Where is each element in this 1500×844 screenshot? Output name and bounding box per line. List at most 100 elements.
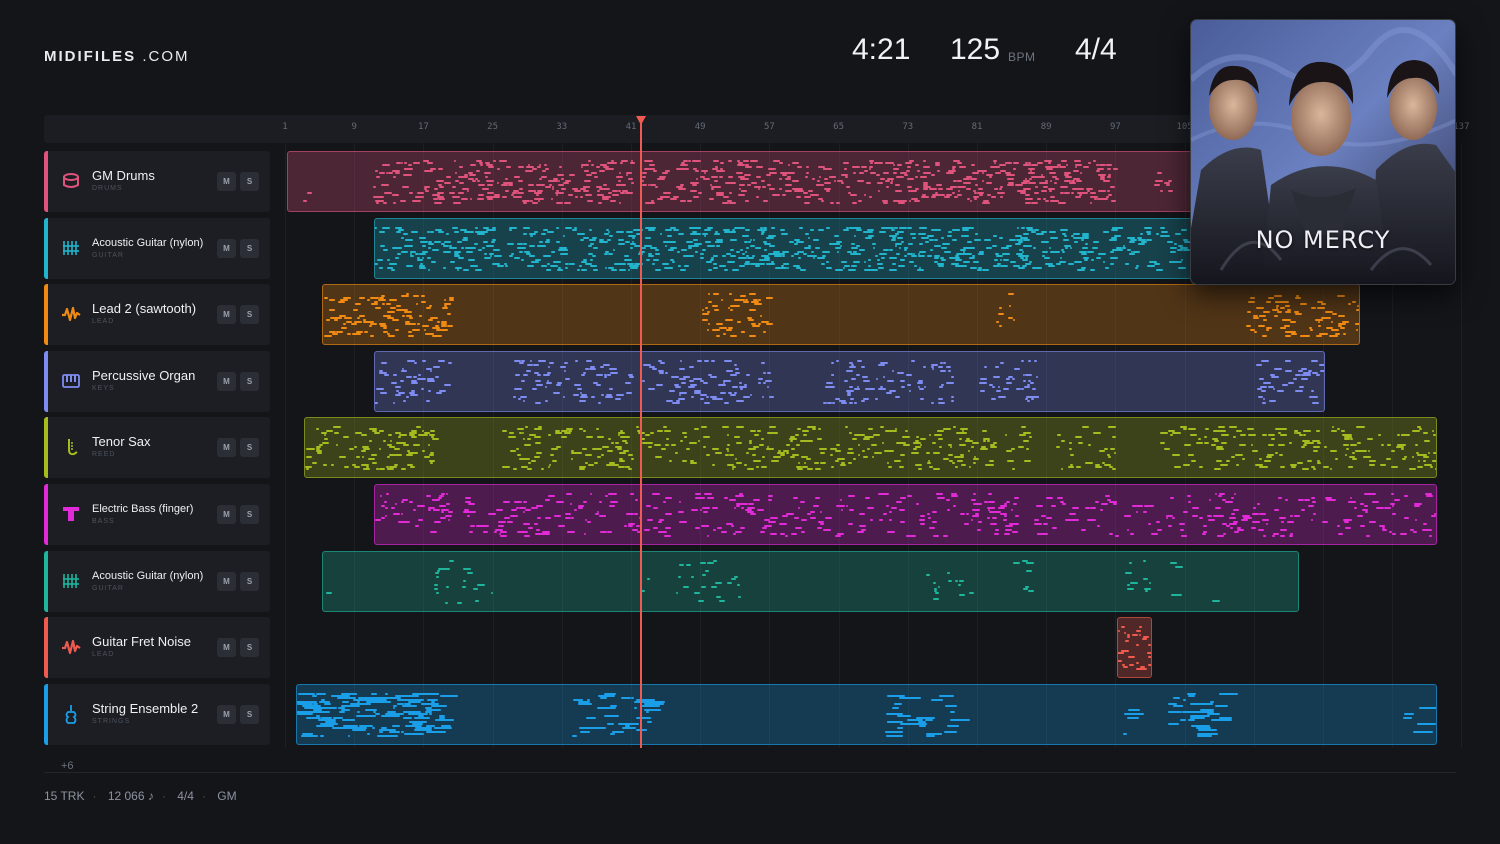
midi-note [829, 448, 834, 451]
midi-note [677, 575, 682, 578]
track-category: REED [92, 451, 116, 459]
hidden-tracks-count[interactable]: +6 [61, 760, 74, 772]
midi-note [387, 172, 394, 174]
midi-note [958, 579, 965, 582]
midi-note [431, 499, 436, 501]
midi-note [975, 232, 978, 235]
mute-button[interactable]: M [217, 371, 236, 391]
solo-button[interactable]: S [240, 305, 259, 325]
midi-note [1344, 454, 1348, 457]
mute-button[interactable]: M [217, 305, 236, 325]
midi-note [1009, 238, 1017, 241]
midi-note [989, 446, 998, 449]
midi-note [466, 571, 473, 574]
midi-note [1257, 503, 1261, 505]
midi-note [1431, 515, 1437, 517]
track-category: STRINGS [92, 717, 131, 725]
midi-note [1146, 652, 1151, 655]
midi-clip[interactable] [321, 550, 1300, 612]
midi-note [734, 458, 737, 461]
track-header[interactable]: Guitar Fret Noise LEAD M S [44, 617, 270, 679]
midi-note [1336, 295, 1345, 298]
midi-note [567, 531, 575, 533]
track-header[interactable]: Lead 2 (sawtooth) LEAD M S [44, 284, 270, 346]
midi-note [1026, 561, 1035, 564]
midi-note [1412, 730, 1433, 733]
mute-button[interactable]: M [217, 172, 236, 191]
midi-clip[interactable] [295, 683, 1438, 745]
midi-note [1350, 444, 1358, 447]
midi-note [596, 166, 601, 168]
track-header[interactable]: String Ensemble 2 STRINGS M S [44, 683, 270, 745]
midi-note [418, 315, 423, 318]
midi-note [420, 377, 425, 380]
midi-note [692, 244, 699, 247]
track-header[interactable]: Acoustic Guitar (nylon) GUITAR M S [44, 550, 270, 612]
midi-note [750, 430, 756, 433]
track-header[interactable]: Acoustic Guitar (nylon) GUITAR M S [44, 217, 270, 279]
midi-note [739, 184, 746, 186]
track-header[interactable]: Percussive Organ KEYS M S [44, 350, 270, 412]
midi-note [1216, 460, 1222, 463]
track-header[interactable]: Tenor Sax REED M S [44, 417, 270, 479]
midi-note [972, 196, 979, 198]
midi-note [525, 426, 529, 429]
midi-note [413, 716, 431, 719]
midi-note [947, 369, 952, 372]
midi-note [355, 456, 360, 459]
mute-button[interactable]: M [217, 638, 236, 658]
midi-note [335, 317, 342, 320]
midi-note [932, 442, 937, 445]
midi-clip[interactable] [373, 217, 1325, 279]
mute-button[interactable]: M [217, 704, 236, 724]
midi-note [589, 365, 595, 368]
midi-note [1170, 434, 1174, 437]
midi-note [785, 190, 793, 192]
midi-note [579, 238, 584, 241]
midi-note [1056, 497, 1063, 499]
midi-note [984, 238, 992, 241]
solo-button[interactable]: S [240, 172, 259, 191]
mute-button[interactable]: M [217, 571, 236, 591]
midi-note [996, 254, 1003, 257]
midi-note [662, 262, 669, 265]
solo-button[interactable]: S [240, 505, 259, 524]
midi-note [829, 202, 834, 204]
mute-button[interactable]: M [217, 438, 236, 458]
midi-note [1275, 305, 1280, 308]
midi-note [630, 696, 635, 699]
playhead[interactable] [639, 123, 642, 748]
midi-note [877, 182, 884, 184]
midi-clip[interactable] [1117, 617, 1152, 679]
track-header[interactable]: Electric Bass (finger) BASS M S [44, 484, 270, 545]
midi-clip[interactable] [304, 417, 1438, 479]
midi-note [306, 468, 309, 471]
mute-button[interactable]: M [217, 505, 236, 524]
mute-button[interactable]: M [217, 238, 236, 258]
midi-note [607, 722, 614, 725]
midi-note [452, 226, 458, 229]
midi-note [801, 430, 810, 433]
track-color-bar [44, 417, 48, 479]
midi-note [763, 381, 767, 384]
midi-note [938, 264, 944, 267]
midi-note [1138, 634, 1141, 637]
midi-note [850, 252, 858, 255]
midi-note [818, 176, 821, 178]
track-header[interactable]: GM Drums DRUMS M S [44, 151, 270, 212]
midi-clip[interactable] [373, 484, 1438, 545]
midi-note [980, 448, 988, 451]
midi-note [551, 198, 554, 200]
solo-button[interactable]: S [240, 638, 259, 658]
midi-clip[interactable] [321, 284, 1360, 346]
midi-note [1171, 517, 1175, 519]
solo-button[interactable]: S [240, 238, 259, 258]
midi-clip[interactable] [373, 350, 1325, 412]
midi-note [919, 226, 927, 229]
brand-logo[interactable]: MIDIFILES .COM [44, 48, 190, 65]
midi-note [1184, 444, 1191, 447]
solo-button[interactable]: S [240, 371, 259, 391]
solo-button[interactable]: S [240, 704, 259, 724]
solo-button[interactable]: S [240, 438, 259, 458]
solo-button[interactable]: S [240, 571, 259, 591]
